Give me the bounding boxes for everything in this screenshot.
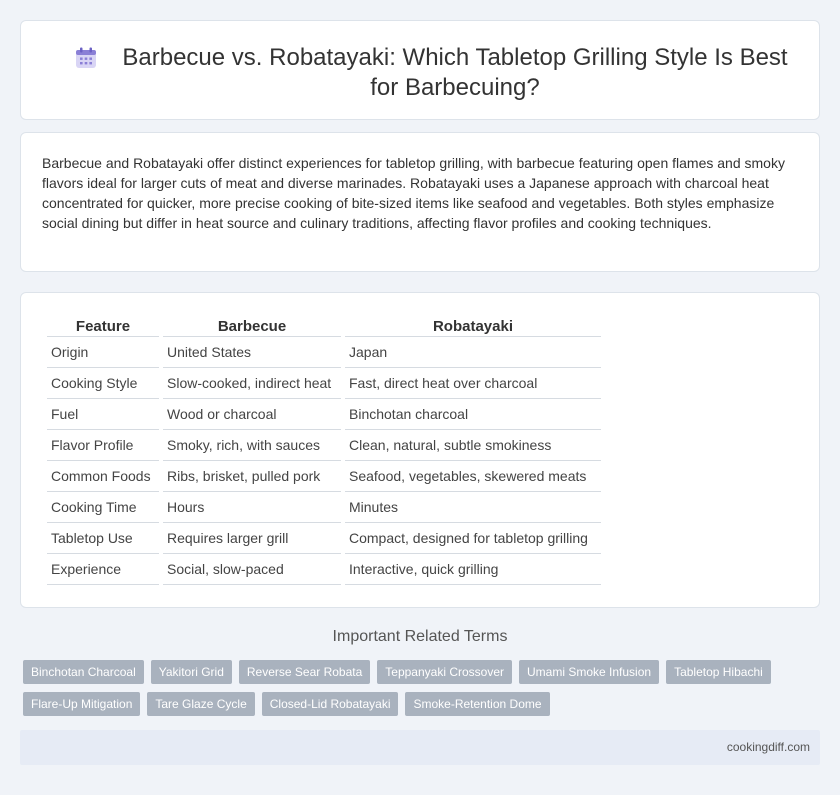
table-row: Tabletop Use Requires larger grill Compa… [47,523,601,554]
related-term-tag[interactable]: Tabletop Hibachi [666,660,771,684]
table-header-row: Feature Barbecue Robatayaki [47,315,601,337]
related-term-tag[interactable]: Reverse Sear Robata [238,660,371,684]
cell-feature: Common Foods [47,461,159,492]
related-term-tag[interactable]: Yakitori Grid [150,660,232,684]
table-row: Cooking Time Hours Minutes [47,492,601,523]
calendar-icon [76,47,96,68]
cell-robatayaki: Fast, direct heat over charcoal [345,368,601,399]
cell-robatayaki: Clean, natural, subtle smokiness [345,430,601,461]
header-robatayaki: Robatayaki [345,315,601,337]
related-term-tag[interactable]: Closed-Lid Robatayaki [261,692,399,716]
table-row: Experience Social, slow-paced Interactiv… [47,554,601,585]
table-row: Common Foods Ribs, brisket, pulled pork … [47,461,601,492]
cell-feature: Origin [47,337,159,368]
cell-barbecue: Slow-cooked, indirect heat [163,368,341,399]
related-terms-heading: Important Related Terms [332,628,508,645]
cell-feature: Experience [47,554,159,585]
cell-barbecue: Requires larger grill [163,523,341,554]
related-term-tag[interactable]: Teppanyaki Crossover [377,660,513,684]
footer: cookingdiff.com [20,730,820,765]
cell-barbecue: Social, slow-paced [163,554,341,585]
cell-feature: Flavor Profile [47,430,159,461]
cell-barbecue: United States [163,337,341,368]
cell-feature: Fuel [47,399,159,430]
comparison-table: Feature Barbecue Robatayaki Origin Unite… [43,315,605,585]
cell-robatayaki: Interactive, quick grilling [345,554,601,585]
cell-robatayaki: Minutes [345,492,601,523]
cell-feature: Cooking Style [47,368,159,399]
table-row: Fuel Wood or charcoal Binchotan charcoal [47,399,601,430]
cell-robatayaki: Binchotan charcoal [345,399,601,430]
table-row: Origin United States Japan [47,337,601,368]
cell-barbecue: Hours [163,492,341,523]
table-row: Flavor Profile Smoky, rich, with sauces … [47,430,601,461]
cell-feature: Tabletop Use [47,523,159,554]
title-card: Barbecue vs. Robatayaki: Which Tabletop … [20,20,820,120]
cell-barbecue: Smoky, rich, with sauces [163,430,341,461]
cell-barbecue: Wood or charcoal [163,399,341,430]
cell-robatayaki: Compact, designed for tabletop grilling [345,523,601,554]
cell-barbecue: Ribs, brisket, pulled pork [163,461,341,492]
cell-robatayaki: Japan [345,337,601,368]
related-term-tag[interactable]: Flare-Up Mitigation [23,692,141,716]
related-term-tag[interactable]: Smoke-Retention Dome [405,692,550,716]
comparison-card: Feature Barbecue Robatayaki Origin Unite… [20,292,820,608]
related-terms-list: Binchotan Charcoal Yakitori Grid Reverse… [23,660,803,716]
cell-feature: Cooking Time [47,492,159,523]
summary-card: Barbecue and Robatayaki offer distinct e… [20,132,820,272]
related-term-tag[interactable]: Tare Glaze Cycle [147,692,255,716]
page-title: Barbecue vs. Robatayaki: Which Tabletop … [122,44,788,101]
summary-paragraph: Barbecue and Robatayaki offer distinct e… [42,155,785,231]
header-feature: Feature [47,315,159,337]
header-barbecue: Barbecue [163,315,341,337]
related-term-tag[interactable]: Umami Smoke Infusion [519,660,660,684]
page: Barbecue vs. Robatayaki: Which Tabletop … [0,0,840,795]
related-term-tag[interactable]: Binchotan Charcoal [23,660,144,684]
table-row: Cooking Style Slow-cooked, indirect heat… [47,368,601,399]
footer-site-link[interactable]: cookingdiff.com [727,740,810,754]
cell-robatayaki: Seafood, vegetables, skewered meats [345,461,601,492]
